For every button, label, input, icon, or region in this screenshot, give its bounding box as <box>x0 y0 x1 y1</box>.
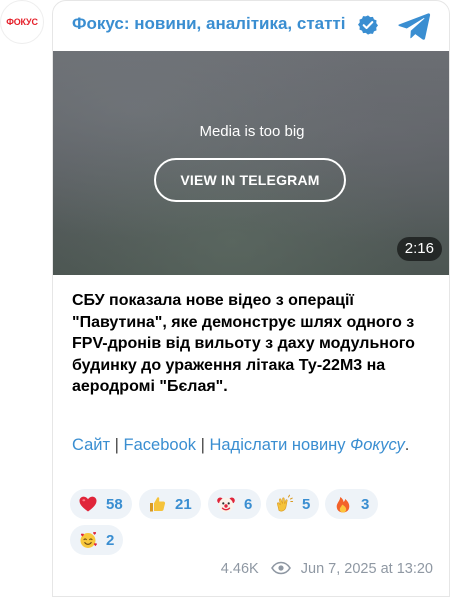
reaction-count: 5 <box>302 495 311 513</box>
channel-name-link[interactable]: Фокус: новини, аналітика, статті <box>72 14 346 34</box>
site-link[interactable]: Сайт <box>72 436 110 454</box>
reaction-fire[interactable]: 3 <box>325 489 379 519</box>
submit-news-prefix: Надіслати новину <box>209 436 351 454</box>
view-count: 4.46K <box>220 561 259 577</box>
channel-avatar[interactable]: ФОКУС <box>0 0 44 44</box>
reaction-count: 6 <box>244 495 253 513</box>
red-heart-icon <box>79 496 97 512</box>
fire-icon <box>336 497 350 513</box>
post-card: Фокус: новини, аналітика, статті Media i… <box>52 0 450 597</box>
video-duration-badge: 2:16 <box>396 237 442 261</box>
post-meta: 4.46K Jun 7, 2025 at 13:20 <box>53 561 433 577</box>
clown-face-icon <box>217 497 235 513</box>
reaction-count: 2 <box>106 531 115 549</box>
clapping-hands-icon <box>277 494 294 512</box>
view-in-telegram-button[interactable]: VIEW IN TELEGRAM <box>154 158 346 202</box>
post-text: СБУ показала нове відео з операції "Паву… <box>72 292 415 395</box>
reaction-smiling-hearts[interactable]: 2 <box>70 525 124 555</box>
reaction-count: 21 <box>175 495 192 513</box>
reaction-thumbs-up[interactable]: 21 <box>139 489 201 519</box>
submit-news-italic: Фокусу <box>350 436 405 454</box>
smiling-face-with-hearts-icon <box>80 532 97 548</box>
facebook-link[interactable]: Facebook <box>124 436 196 454</box>
media-too-big-message: Media is too big <box>199 123 305 140</box>
link-separator: | <box>196 436 210 454</box>
avatar-logo-text: ФОКУС <box>6 17 38 27</box>
video-preview[interactable]: Media is too big VIEW IN TELEGRAM 2:16 <box>53 51 449 275</box>
reaction-heart[interactable]: 58 <box>70 489 132 519</box>
post-date[interactable]: Jun 7, 2025 at 13:20 <box>301 561 433 577</box>
submit-news-link[interactable]: Надіслати новину Фокусу <box>209 436 404 454</box>
reaction-count: 3 <box>361 495 370 513</box>
trailing-period: . <box>404 436 410 454</box>
post-links: Сайт | Facebook | Надіслати новину Фокус… <box>72 433 442 457</box>
reaction-clown[interactable]: 6 <box>208 489 262 519</box>
verified-badge-icon <box>358 15 378 35</box>
telegram-icon[interactable] <box>397 12 431 40</box>
post-header: Фокус: новини, аналітика, статті <box>53 1 449 51</box>
link-separator: | <box>110 436 124 454</box>
eye-icon <box>270 561 291 575</box>
thumbs-up-icon <box>150 497 166 512</box>
reaction-count: 58 <box>106 495 123 513</box>
reaction-clap[interactable]: 5 <box>266 489 320 519</box>
